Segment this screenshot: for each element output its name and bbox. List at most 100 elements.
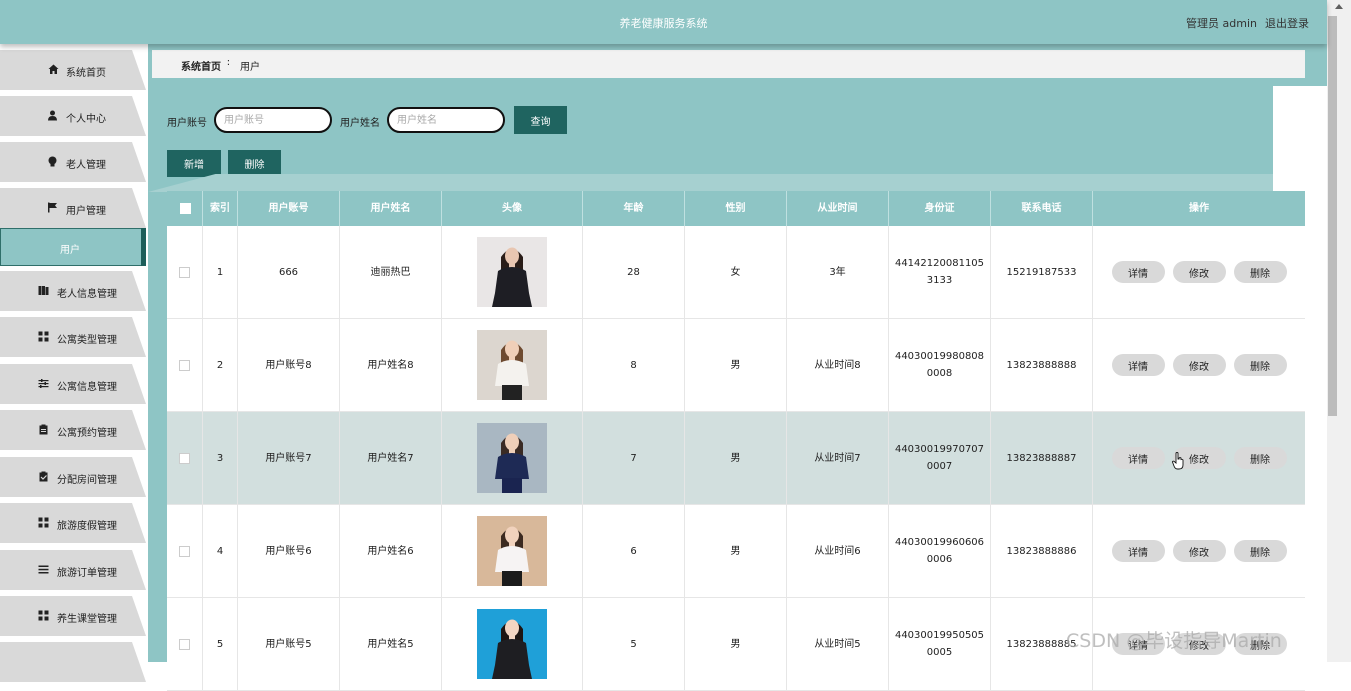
header-name: 用户姓名 xyxy=(340,191,442,226)
breadcrumb-home[interactable]: 系统首页 xyxy=(181,58,221,73)
cell-text: 13823888888 xyxy=(1006,359,1077,371)
delete-button[interactable]: 删除 xyxy=(1233,354,1287,376)
sidebar-item-travel-orders[interactable]: 旅游订单管理 xyxy=(0,550,146,590)
sidebar-item-label: 旅游度假管理 xyxy=(57,521,117,532)
delete-button[interactable]: 删除 xyxy=(1233,447,1287,469)
cell-text: 用户姓名7 xyxy=(367,452,414,464)
cell-name: 用户姓名5 xyxy=(340,598,442,690)
edit-button[interactable]: 修改 xyxy=(1172,261,1226,283)
select-all-checkbox[interactable] xyxy=(180,203,191,214)
cell-name: 用户姓名8 xyxy=(340,319,442,411)
sidebar-item-label: 用户管理 xyxy=(66,206,106,217)
cell-years: 从业时间5 xyxy=(787,598,889,690)
page-scrollbar[interactable] xyxy=(1327,0,1351,662)
cell-text: 从业时间5 xyxy=(814,638,861,650)
cell-account: 用户账号5 xyxy=(238,598,340,690)
header-account: 用户账号 xyxy=(238,191,340,226)
cell-years: 从业时间6 xyxy=(787,505,889,597)
sidebar-item-personal[interactable]: 个人中心 xyxy=(0,96,146,136)
delete-button[interactable]: 删除 xyxy=(1233,261,1287,283)
sidebar-item-users[interactable]: 用户管理 xyxy=(0,188,146,228)
cell-gender: 男 xyxy=(685,598,787,690)
cell-account: 用户账号7 xyxy=(238,412,340,504)
table-row: 4 用户账号6 用户姓名6 6 男 从业时间6 440300199606060006 1382… xyxy=(167,505,1305,598)
cell-text: 用户账号5 xyxy=(265,638,312,650)
clipboard-check-icon xyxy=(37,471,49,483)
sidebar-item-next[interactable] xyxy=(0,642,146,682)
edit-button[interactable]: 修改 xyxy=(1172,540,1226,562)
row-checkbox[interactable] xyxy=(179,359,190,371)
cell-gender: 女 xyxy=(685,226,787,318)
row-checkbox[interactable] xyxy=(179,638,190,650)
edit-button[interactable]: 修改 xyxy=(1172,354,1226,376)
table-header: 索引 用户账号 用户姓名 头像 年龄 性别 从业时间 身份证 联系电话 操作 xyxy=(167,191,1305,226)
sidebar-item-elderly-info[interactable]: 老人信息管理 xyxy=(0,271,146,311)
admin-label: 管理员 admin xyxy=(1186,17,1257,30)
cell-idx: 1 xyxy=(203,226,238,318)
cell-text: 男 xyxy=(730,545,741,557)
cell-age: 5 xyxy=(583,598,685,690)
sidebar-item-label: 公寓类型管理 xyxy=(57,335,117,346)
sidebar-subitem-users[interactable]: 用户 xyxy=(0,228,146,266)
cell-account: 666 xyxy=(238,226,340,318)
avatar xyxy=(477,330,547,400)
name-search-input[interactable] xyxy=(387,107,505,133)
logout-link[interactable]: 退出登录 xyxy=(1265,15,1309,31)
sidebar-item-home[interactable]: 系统首页 xyxy=(0,50,146,90)
query-button[interactable]: 查询 xyxy=(514,106,567,134)
batch-delete-button[interactable]: 删除 xyxy=(228,150,281,177)
scrollbar-thumb[interactable] xyxy=(1328,16,1337,416)
sidebar-item-room-assign[interactable]: 分配房间管理 xyxy=(0,457,146,497)
row-checkbox[interactable] xyxy=(179,545,190,557)
app-title: 养老健康服务系统 xyxy=(619,17,708,30)
cell-idx: 3 xyxy=(203,412,238,504)
cell-text: 440300199505050005 xyxy=(894,630,985,658)
delete-button[interactable]: 删除 xyxy=(1233,540,1287,562)
row-select-cell xyxy=(167,412,203,504)
header-idcard: 身份证 xyxy=(889,191,991,226)
sidebar-item-elderly[interactable]: 老人管理 xyxy=(0,142,146,182)
cell-idx: 5 xyxy=(203,598,238,690)
cell-text: 13823888886 xyxy=(1006,545,1077,557)
detail-button[interactable]: 详情 xyxy=(1111,447,1165,469)
row-checkbox[interactable] xyxy=(179,266,190,278)
sidebar-item-apartment-type[interactable]: 公寓类型管理 xyxy=(0,317,146,357)
account-label: 用户账号 xyxy=(167,118,207,129)
cell-idcard: 440300199808080008 xyxy=(889,319,991,411)
header-select-all[interactable] xyxy=(167,191,203,226)
account-search-input[interactable] xyxy=(214,107,332,133)
bulb-icon xyxy=(46,156,58,168)
cell-text: 从业时间7 xyxy=(814,452,861,464)
detail-button[interactable]: 详情 xyxy=(1111,354,1165,376)
row-select-cell xyxy=(167,598,203,690)
table-row: 1 666 迪丽热巴 28 女 3年 441421200811053133 152191875… xyxy=(167,226,1305,319)
cell-idcard: 441421200811053133 xyxy=(889,226,991,318)
breadcrumb-separator: ∶ xyxy=(227,58,230,69)
row-checkbox[interactable] xyxy=(179,452,190,464)
sidebar-item-apartment-info[interactable]: 公寓信息管理 xyxy=(0,364,146,404)
sidebar-item-label: 老人信息管理 xyxy=(57,289,117,300)
cell-text: 28 xyxy=(627,266,640,278)
row-operations: 详情 修改 删除 xyxy=(1093,505,1305,597)
cell-text: 从业时间6 xyxy=(814,545,861,557)
cell-text: 440300199606060006 xyxy=(894,537,985,565)
sidebar-item-health-class[interactable]: 养生课堂管理 xyxy=(0,596,146,636)
cell-account: 用户账号6 xyxy=(238,505,340,597)
cell-text: 5 xyxy=(216,638,224,650)
avatar-cell xyxy=(442,226,583,318)
add-button[interactable]: 新增 xyxy=(167,150,221,177)
row-operations: 详情 修改 删除 xyxy=(1093,319,1305,411)
sidebar-subitem-label: 用户 xyxy=(60,245,80,256)
cell-gender: 男 xyxy=(685,319,787,411)
cell-text: 迪丽热巴 xyxy=(370,266,411,278)
cell-text: 用户姓名6 xyxy=(367,545,414,557)
detail-button[interactable]: 详情 xyxy=(1111,261,1165,283)
scroll-up-icon[interactable] xyxy=(1335,4,1343,9)
home-icon xyxy=(47,64,59,76)
table-row: 3 用户账号7 用户姓名7 7 男 从业时间7 440300199707070007 1382… xyxy=(167,412,1305,505)
cell-idx: 2 xyxy=(203,319,238,411)
detail-button[interactable]: 详情 xyxy=(1111,540,1165,562)
sidebar-item-travel[interactable]: 旅游度假管理 xyxy=(0,503,146,543)
cell-phone: 13823888888 xyxy=(991,319,1093,411)
sidebar-item-apartment-booking[interactable]: 公寓预约管理 xyxy=(0,410,146,450)
